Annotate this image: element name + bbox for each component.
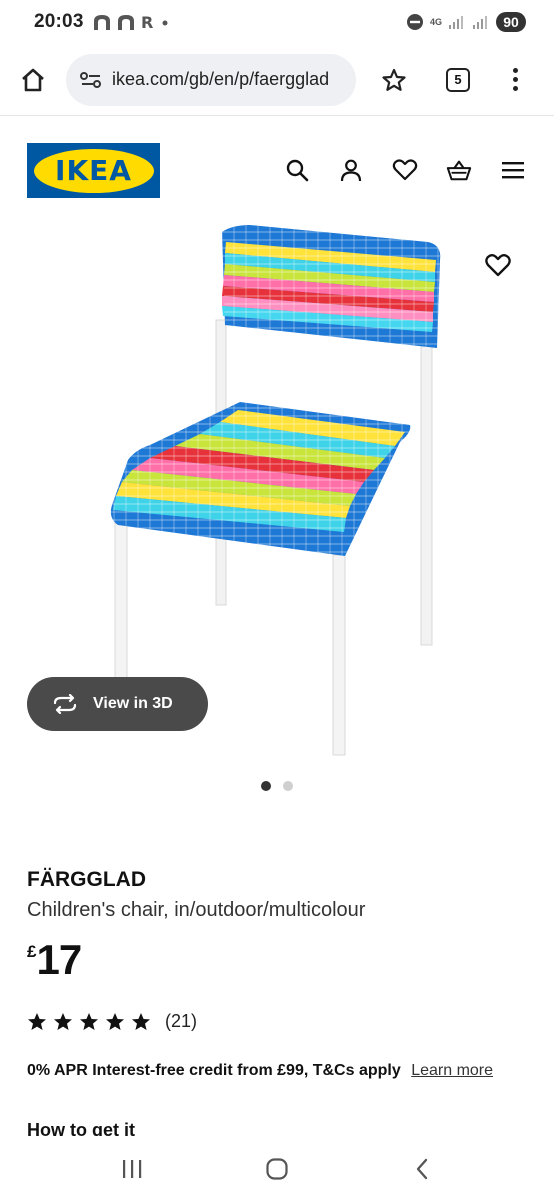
bookmark-button[interactable] [380, 66, 408, 94]
signal-icon [449, 16, 463, 29]
ikea-logo[interactable]: IKEA [27, 143, 160, 198]
menu-dot [512, 76, 518, 82]
recent-apps-icon [123, 1160, 142, 1178]
basket-button[interactable] [446, 157, 472, 183]
view-in-3d-button[interactable]: View in 3D [27, 677, 208, 731]
site-settings-icon[interactable] [80, 71, 102, 89]
learn-more-link[interactable]: Learn more [411, 1062, 493, 1079]
search-button[interactable] [284, 157, 310, 183]
star-icon [382, 68, 406, 91]
search-icon [286, 159, 309, 182]
pagination-dot[interactable] [283, 781, 293, 791]
image-pagination [0, 781, 554, 791]
signal-icon [473, 16, 487, 29]
menu-dot [512, 68, 518, 74]
hamburger-icon [502, 162, 524, 179]
pagination-dot-active[interactable] [261, 781, 271, 791]
do-not-disturb-icon [406, 14, 423, 30]
star-filled-icon [106, 1013, 124, 1030]
rating-count: (21) [165, 1011, 198, 1031]
back-button[interactable] [402, 1149, 442, 1189]
browser-menu-button[interactable] [510, 67, 520, 93]
shopping-bag-icon [446, 160, 472, 181]
home-icon [22, 68, 44, 91]
home-nav-button[interactable] [257, 1149, 297, 1189]
chair-seat [110, 402, 411, 556]
user-icon [340, 159, 362, 182]
dot-indicator-icon [162, 20, 168, 26]
svg-text:R: R [141, 13, 153, 31]
how-to-get-it-heading: How to get it [27, 1120, 135, 1136]
notification-icons: R [92, 13, 170, 31]
rating-stars [27, 1012, 151, 1031]
header-actions [284, 157, 526, 183]
heart-icon [485, 254, 511, 277]
product-name: FÄRGGLAD [27, 868, 146, 891]
r-notification-icon: R [141, 13, 153, 31]
chair-backrest [222, 225, 441, 348]
tabs-button[interactable]: 5 [446, 67, 470, 92]
star-filled-icon [54, 1013, 72, 1030]
browser-toolbar: ikea.com/gb/en/p/faergglad 5 [0, 44, 554, 116]
star-filled-icon [28, 1013, 46, 1030]
credit-offer-text: 0% APR Interest-free credit from £99, T&… [27, 1062, 401, 1079]
status-right: 4G 90 [406, 12, 526, 32]
product-rating[interactable]: (21) [27, 1011, 197, 1032]
heart-icon [392, 159, 418, 181]
credit-offer: 0% APR Interest-free credit from £99, T&… [27, 1062, 493, 1080]
url-text: ikea.com/gb/en/p/faergglad [112, 69, 330, 89]
status-bar: 20:03 R 4G 90 [0, 0, 554, 44]
app-notification-icon [93, 15, 110, 30]
app-notification-icon [117, 15, 134, 30]
network-type: 4G [429, 17, 442, 27]
star-filled-icon [80, 1013, 98, 1030]
site-header: IKEA [0, 117, 554, 227]
rotate-3d-icon [53, 694, 77, 714]
system-navigation-bar [0, 1138, 554, 1200]
menu-dot [512, 85, 518, 91]
add-to-favourites-button[interactable] [484, 252, 514, 282]
favourites-button[interactable] [392, 157, 418, 183]
price-currency: £ [27, 942, 37, 961]
view-in-3d-label: View in 3D [93, 695, 173, 712]
logo-text: IKEA [55, 154, 132, 187]
recent-apps-button[interactable] [112, 1149, 152, 1189]
back-chevron-icon [416, 1158, 427, 1180]
logo-oval: IKEA [33, 148, 154, 193]
star-filled-icon [132, 1013, 150, 1030]
address-bar[interactable]: ikea.com/gb/en/p/faergglad [66, 53, 356, 106]
product-price: £ 17 [27, 936, 82, 983]
battery-level: 90 [496, 12, 526, 32]
account-button[interactable] [338, 157, 364, 183]
price-amount: 17 [36, 936, 82, 983]
product-description: Children's chair, in/outdoor/multicolour [27, 899, 366, 921]
main-menu-button[interactable] [500, 157, 526, 183]
home-button[interactable] [18, 65, 48, 95]
status-time: 20:03 [34, 11, 84, 32]
home-circle-icon [266, 1158, 288, 1180]
